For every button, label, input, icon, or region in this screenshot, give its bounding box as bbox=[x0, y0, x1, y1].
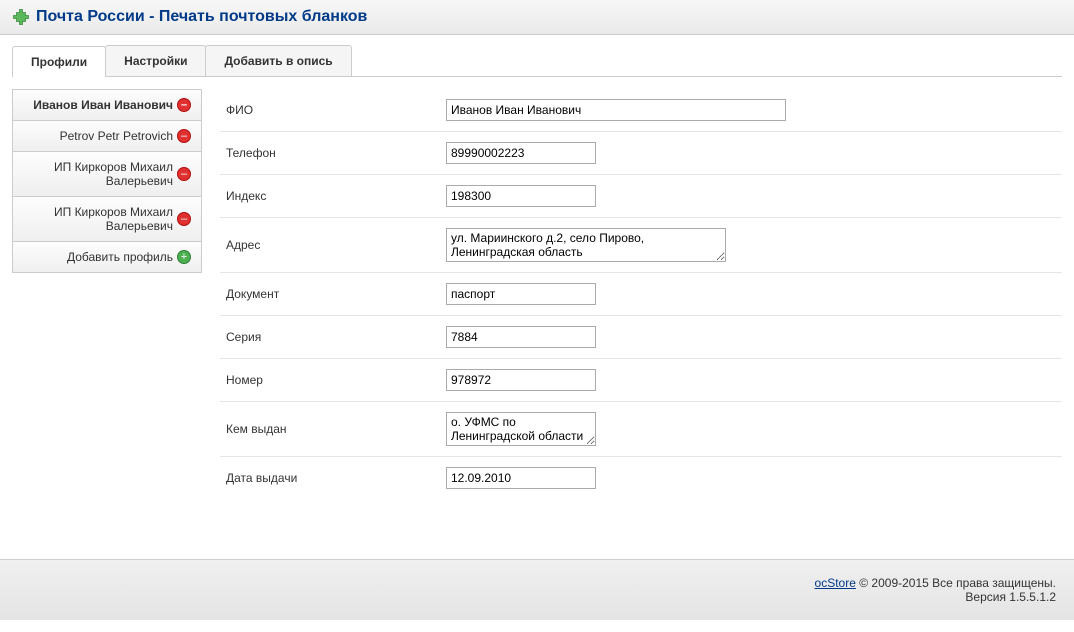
page-title: Почта России - Печать почтовых бланков bbox=[36, 8, 367, 26]
delete-icon[interactable]: – bbox=[177, 129, 191, 143]
row-address: Адрес bbox=[220, 218, 1062, 273]
row-number: Номер bbox=[220, 359, 1062, 402]
sidebar-item-profile[interactable]: Иванов Иван Иванович – bbox=[12, 89, 202, 121]
row-issued-by: Кем выдан bbox=[220, 402, 1062, 457]
label-series: Серия bbox=[226, 330, 446, 344]
input-address[interactable] bbox=[446, 228, 726, 262]
footer: ocStore © 2009-2015 Все права защищены. … bbox=[0, 559, 1074, 620]
row-index: Индекс bbox=[220, 175, 1062, 218]
input-phone[interactable] bbox=[446, 142, 596, 164]
sidebar-item-profile[interactable]: ИП Киркоров Михаил Валерьевич – bbox=[12, 151, 202, 197]
tab-settings[interactable]: Настройки bbox=[105, 45, 206, 76]
tab-add-to-list[interactable]: Добавить в опись bbox=[205, 45, 351, 76]
input-fio[interactable] bbox=[446, 99, 786, 121]
delete-icon[interactable]: – bbox=[177, 98, 191, 112]
delete-icon[interactable]: – bbox=[177, 167, 191, 181]
sidebar-item-label: ИП Киркоров Михаил Валерьевич bbox=[23, 205, 173, 233]
footer-version: Версия 1.5.5.1.2 bbox=[18, 590, 1056, 604]
sidebar-item-profile[interactable]: ИП Киркоров Михаил Валерьевич – bbox=[12, 196, 202, 242]
input-number[interactable] bbox=[446, 369, 596, 391]
footer-copyright: © 2009-2015 Все права защищены. bbox=[856, 576, 1056, 590]
input-issued-by[interactable] bbox=[446, 412, 596, 446]
sidebar-add-profile[interactable]: Добавить профиль + bbox=[12, 241, 202, 273]
profile-form: ФИО Телефон Индекс Адрес Документ Серия bbox=[220, 89, 1062, 499]
add-icon[interactable]: + bbox=[177, 250, 191, 264]
sidebar-item-label: Иванов Иван Иванович bbox=[23, 98, 173, 112]
sidebar-add-label: Добавить профиль bbox=[23, 250, 173, 264]
label-issue-date: Дата выдачи bbox=[226, 471, 446, 485]
label-number: Номер bbox=[226, 373, 446, 387]
row-document: Документ bbox=[220, 273, 1062, 316]
plugin-icon bbox=[12, 8, 30, 26]
row-series: Серия bbox=[220, 316, 1062, 359]
label-index: Индекс bbox=[226, 189, 446, 203]
label-fio: ФИО bbox=[226, 103, 446, 117]
row-issue-date: Дата выдачи bbox=[220, 457, 1062, 499]
input-series[interactable] bbox=[446, 326, 596, 348]
input-issue-date[interactable] bbox=[446, 467, 596, 489]
content: Профили Настройки Добавить в опись Ивано… bbox=[0, 35, 1074, 529]
label-document: Документ bbox=[226, 287, 446, 301]
input-document[interactable] bbox=[446, 283, 596, 305]
sidebar-item-label: ИП Киркоров Михаил Валерьевич bbox=[23, 160, 173, 188]
page-header: Почта России - Печать почтовых бланков bbox=[0, 0, 1074, 35]
label-phone: Телефон bbox=[226, 146, 446, 160]
row-fio: ФИО bbox=[220, 89, 1062, 132]
profiles-sidebar: Иванов Иван Иванович – Petrov Petr Petro… bbox=[12, 89, 202, 273]
row-phone: Телефон bbox=[220, 132, 1062, 175]
sidebar-item-profile[interactable]: Petrov Petr Petrovich – bbox=[12, 120, 202, 152]
footer-link[interactable]: ocStore bbox=[815, 576, 856, 590]
tabs: Профили Настройки Добавить в опись bbox=[12, 45, 1062, 77]
sidebar-item-label: Petrov Petr Petrovich bbox=[23, 129, 173, 143]
tab-profiles[interactable]: Профили bbox=[12, 46, 106, 77]
layout: Иванов Иван Иванович – Petrov Petr Petro… bbox=[12, 89, 1062, 499]
label-address: Адрес bbox=[226, 238, 446, 252]
input-index[interactable] bbox=[446, 185, 596, 207]
label-issued-by: Кем выдан bbox=[226, 422, 446, 436]
delete-icon[interactable]: – bbox=[177, 212, 191, 226]
